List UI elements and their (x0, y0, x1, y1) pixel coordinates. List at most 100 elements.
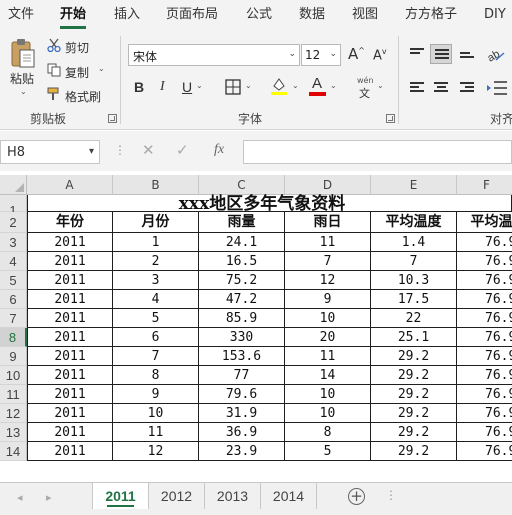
sheet-tab-2014[interactable]: 2014 (261, 483, 317, 509)
borders-dropdown-icon[interactable]: ⌄ (245, 81, 252, 90)
table-cell[interactable]: 16.5 (199, 252, 285, 271)
paste-dropdown-icon[interactable]: ⌄ (20, 87, 27, 96)
table-cell[interactable]: 75.2 (199, 271, 285, 290)
table-cell[interactable]: 11 (113, 423, 199, 442)
table-cell[interactable]: 2011 (27, 328, 113, 347)
menu-tab-data[interactable]: 数据 (299, 0, 325, 30)
header-cell[interactable]: 平均温度 (371, 212, 457, 233)
table-cell[interactable]: 76.9 (457, 271, 512, 290)
table-cell[interactable]: 5 (113, 309, 199, 328)
name-box[interactable]: H8 ▾ (0, 140, 100, 164)
table-cell[interactable]: 31.9 (199, 404, 285, 423)
table-cell[interactable]: 3 (113, 271, 199, 290)
table-cell[interactable]: 36.9 (199, 423, 285, 442)
table-cell[interactable]: 1 (113, 233, 199, 252)
align-top-button[interactable] (406, 44, 428, 64)
table-cell[interactable]: 153.6 (199, 347, 285, 366)
row-header-4[interactable]: 4 (0, 252, 27, 271)
menu-tab-insert[interactable]: 插入 (114, 0, 140, 30)
table-cell[interactable]: 76.9 (457, 328, 512, 347)
format-painter-button[interactable]: 格式刷 (65, 88, 101, 105)
tab-overflow-icon[interactable]: ⋮ (385, 488, 397, 502)
scissors-icon[interactable] (47, 38, 61, 52)
column-header-f[interactable]: F (457, 175, 512, 195)
cut-button[interactable]: 剪切 (65, 39, 89, 56)
header-cell[interactable]: 平均温 (457, 212, 512, 233)
column-header-a[interactable]: A (27, 175, 113, 195)
table-cell[interactable]: 76.9 (457, 347, 512, 366)
table-cell[interactable]: 12 (285, 271, 371, 290)
table-cell[interactable]: 2011 (27, 252, 113, 271)
sheet-tab-2011[interactable]: 2011 (92, 483, 149, 509)
cancel-icon[interactable]: ✕ (142, 141, 155, 159)
table-cell[interactable]: 2011 (27, 347, 113, 366)
font-name-select[interactable]: 宋体 ⌄ (128, 44, 300, 66)
underline-button[interactable]: U (182, 79, 192, 95)
table-cell[interactable]: 29.2 (371, 404, 457, 423)
table-cell[interactable]: 29.2 (371, 423, 457, 442)
table-cell[interactable]: 4 (113, 290, 199, 309)
table-cell[interactable]: 10 (113, 404, 199, 423)
align-middle-button[interactable] (430, 44, 452, 64)
table-cell[interactable]: 20 (285, 328, 371, 347)
column-header-c[interactable]: C (199, 175, 285, 195)
font-color-dropdown-icon[interactable]: ⌄ (330, 81, 337, 90)
table-cell[interactable]: 7 (113, 347, 199, 366)
copy-button[interactable]: 复制 (65, 64, 89, 81)
header-cell[interactable]: 年份 (27, 212, 113, 233)
table-cell[interactable]: 1.4 (371, 233, 457, 252)
table-cell[interactable]: 10 (285, 309, 371, 328)
table-cell[interactable]: 2011 (27, 423, 113, 442)
table-cell[interactable]: 6 (113, 328, 199, 347)
table-cell[interactable]: 2011 (27, 385, 113, 404)
table-cell[interactable]: 17.5 (371, 290, 457, 309)
table-cell[interactable]: 79.6 (199, 385, 285, 404)
table-cell[interactable]: 25.1 (371, 328, 457, 347)
menu-tab-diy[interactable]: DIY (484, 0, 506, 30)
vertical-dots-icon[interactable]: ⋮ (114, 143, 126, 157)
menu-tab-formulas[interactable]: 公式 (246, 0, 272, 30)
table-cell[interactable]: 76.9 (457, 423, 512, 442)
table-cell[interactable]: 2011 (27, 290, 113, 309)
row-header-9[interactable]: 9 (0, 347, 27, 366)
table-cell[interactable]: 76.9 (457, 385, 512, 404)
add-sheet-button[interactable]: + (348, 488, 365, 505)
row-header-12[interactable]: 12 (0, 404, 27, 423)
table-cell[interactable]: 11 (285, 347, 371, 366)
row-header-13[interactable]: 13 (0, 423, 27, 442)
table-cell[interactable]: 76.9 (457, 233, 512, 252)
table-cell[interactable]: 29.2 (371, 366, 457, 385)
table-cell[interactable]: 8 (113, 366, 199, 385)
align-bottom-button[interactable] (456, 44, 478, 64)
table-cell[interactable]: 9 (285, 290, 371, 309)
table-cell[interactable]: 12 (113, 442, 199, 461)
align-left-button[interactable] (406, 78, 428, 98)
paste-button[interactable]: 粘贴 (10, 70, 34, 87)
table-cell[interactable]: 24.1 (199, 233, 285, 252)
insert-function-button[interactable]: fx (214, 142, 224, 158)
table-cell[interactable]: 2 (113, 252, 199, 271)
orientation-icon[interactable]: ab (486, 44, 506, 64)
align-right-button[interactable] (456, 78, 478, 98)
spreadsheet-grid[interactable]: A B C D E F 1 2 3 4 5 6 7 8 9 10 11 12 13 14 xxx地区多年气象资料 年份 月份… (0, 175, 512, 482)
indent-icon[interactable] (486, 78, 508, 98)
table-cell[interactable]: 77 (199, 366, 285, 385)
table-cell[interactable]: 76.9 (457, 366, 512, 385)
table-cell[interactable]: 14 (285, 366, 371, 385)
menu-tab-home[interactable]: 开始 (60, 0, 87, 30)
table-cell[interactable]: 8 (285, 423, 371, 442)
tab-scroll-left-icon[interactable]: ◂ (17, 491, 23, 504)
table-cell[interactable]: 76.9 (457, 442, 512, 461)
align-center-button[interactable] (430, 78, 452, 98)
phonetic-button[interactable]: wén (357, 76, 374, 85)
table-cell[interactable]: 76.9 (457, 252, 512, 271)
menu-tab-file[interactable]: 文件 (8, 0, 34, 30)
table-cell[interactable]: 22 (371, 309, 457, 328)
enter-icon[interactable]: ✓ (176, 141, 189, 159)
table-cell[interactable]: 7 (371, 252, 457, 271)
row-header-10[interactable]: 10 (0, 366, 27, 385)
chevron-down-icon[interactable]: ▾ (89, 146, 94, 157)
shrink-font-button[interactable]: Av (373, 47, 387, 63)
sheet-tab-2012[interactable]: 2012 (149, 483, 205, 509)
italic-button[interactable]: I (160, 79, 165, 95)
